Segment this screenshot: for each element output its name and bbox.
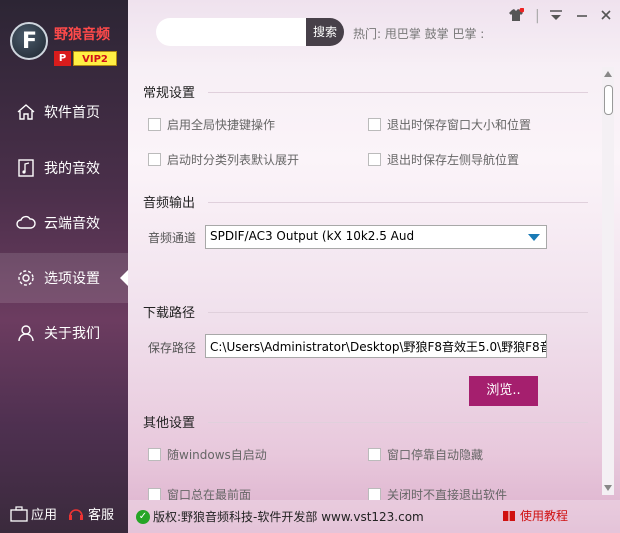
divider: | [535,8,540,24]
checkbox-auto-hide[interactable]: 窗口停靠自动隐藏 [368,446,483,463]
menu-icon[interactable] [549,8,563,26]
sidebar-item-label: 云端音效 [44,216,100,232]
section-title-audio-output: 音频输出 [143,196,196,211]
dropdown-arrow-icon[interactable] [528,234,540,241]
checkbox-expand-categories[interactable]: 启动时分类列表默认展开 [148,151,299,168]
checkbox-label: 关闭时不直接退出软件 [387,488,508,500]
user-icon [18,325,34,342]
checkbox-autostart[interactable]: 随windows自启动 [148,446,267,463]
sidebar-item-my-effects[interactable]: 我的音效 [0,143,128,193]
checkbox-label: 窗口总在最前面 [167,488,252,500]
audio-channel-value: SPDIF/AC3 Output (kX 10k2.5 Aud [210,229,415,243]
checkbox-box[interactable] [148,488,161,500]
checkbox-global-hotkey[interactable]: 启用全局快捷键操作 [148,116,275,133]
checkbox-box[interactable] [368,448,381,461]
scroll-down-icon[interactable] [604,485,612,491]
checkbox-box[interactable] [148,448,161,461]
audio-channel-select[interactable]: SPDIF/AC3 Output (kX 10k2.5 Aud [205,225,547,249]
sidebar: F 野狼音频 P VIP2 软件首页 我的音效 云端音效 选项设置 关于我们 应… [0,0,128,533]
briefcase-icon [10,505,28,522]
browse-button[interactable]: 浏览.. [469,376,538,406]
section-title-other: 其他设置 [143,416,196,431]
close-icon[interactable] [599,8,613,26]
topbar: 搜索 热门: 甩巴掌 鼓掌 巴掌 : | [128,0,620,62]
divider [208,92,588,93]
home-icon [17,104,35,120]
music-note-icon [18,159,34,177]
scroll-thumb[interactable] [604,85,613,115]
tutorial-link[interactable]: 使用教程 [502,507,568,524]
main-panel: 搜索 热门: 甩巴掌 鼓掌 巴掌 : | 常规设置 启用全局快捷键操作 退出时保… [128,0,620,533]
settings-content: 常规设置 启用全局快捷键操作 退出时保存窗口大小和位置 启动时分类列表默认展开 … [128,62,604,500]
copyright-text: 版权:野狼音频科技-软件开发部 www.vst123.com [153,510,424,524]
scrollbar[interactable] [602,67,614,495]
checkbox-save-window-size[interactable]: 退出时保存窗口大小和位置 [368,116,531,133]
app-logo: F [10,22,48,60]
cloud-icon [16,215,36,229]
divider [208,422,588,423]
sidebar-item-label: 选项设置 [44,271,100,287]
minimize-icon[interactable] [575,8,589,26]
tutorial-label: 使用教程 [519,509,568,523]
service-button[interactable]: 客服 [67,504,114,523]
gear-icon [18,270,34,286]
checkbox-box[interactable] [368,488,381,500]
sidebar-item-home[interactable]: 软件首页 [0,87,128,137]
scroll-up-icon[interactable] [604,71,612,77]
checkbox-box[interactable] [368,153,381,166]
skin-icon[interactable] [508,7,525,26]
sidebar-item-cloud-effects[interactable]: 云端音效 [0,198,128,248]
divider [208,202,588,203]
checkbox-label: 随windows自启动 [167,448,267,462]
checkbox-label: 窗口停靠自动隐藏 [387,448,484,462]
vip-badge: VIP2 [73,51,117,66]
checkmark-icon: ✓ [136,509,150,524]
checkbox-box[interactable] [148,118,161,131]
sidebar-item-label: 软件首页 [44,105,100,121]
sidebar-bottom: 应用 客服 [10,504,114,523]
checkbox-always-on-top[interactable]: 窗口总在最前面 [148,486,251,500]
checkbox-box[interactable] [368,118,381,131]
checkbox-label: 启动时分类列表默认展开 [167,153,300,167]
service-label: 客服 [88,508,115,523]
checkbox-label: 退出时保存左侧导航位置 [387,153,520,167]
section-title-general: 常规设置 [143,86,196,101]
search-input[interactable] [156,18,308,46]
logo-f-icon: F [22,29,38,54]
sidebar-item-label: 我的音效 [44,161,100,177]
headset-icon [69,508,84,520]
sidebar-item-about[interactable]: 关于我们 [0,308,128,358]
channel-label: 音频通道 [148,231,197,245]
checkbox-box[interactable] [148,153,161,166]
hot-keywords: 热门: 甩巴掌 鼓掌 巴掌 : [353,27,485,41]
divider [208,312,588,313]
brand-name: 野狼音频 [54,27,110,43]
vip-prefix: P [54,51,71,66]
path-label: 保存路径 [148,341,197,355]
checkbox-label: 启用全局快捷键操作 [167,118,276,132]
checkbox-save-nav-position[interactable]: 退出时保存左侧导航位置 [368,151,519,168]
search-button[interactable]: 搜索 [306,18,344,46]
active-indicator [120,270,128,286]
save-path-field[interactable]: C:\Users\Administrator\Desktop\野狼F8音效王5.… [205,334,547,358]
section-title-download: 下载路径 [143,306,196,321]
checkbox-label: 退出时保存窗口大小和位置 [387,118,532,132]
checkbox-close-no-exit[interactable]: 关闭时不直接退出软件 [368,486,507,500]
apps-label: 应用 [31,508,58,523]
book-icon [502,510,515,521]
apps-button[interactable]: 应用 [10,504,57,523]
sidebar-item-settings[interactable]: 选项设置 [0,253,128,303]
sidebar-item-label: 关于我们 [44,326,100,342]
